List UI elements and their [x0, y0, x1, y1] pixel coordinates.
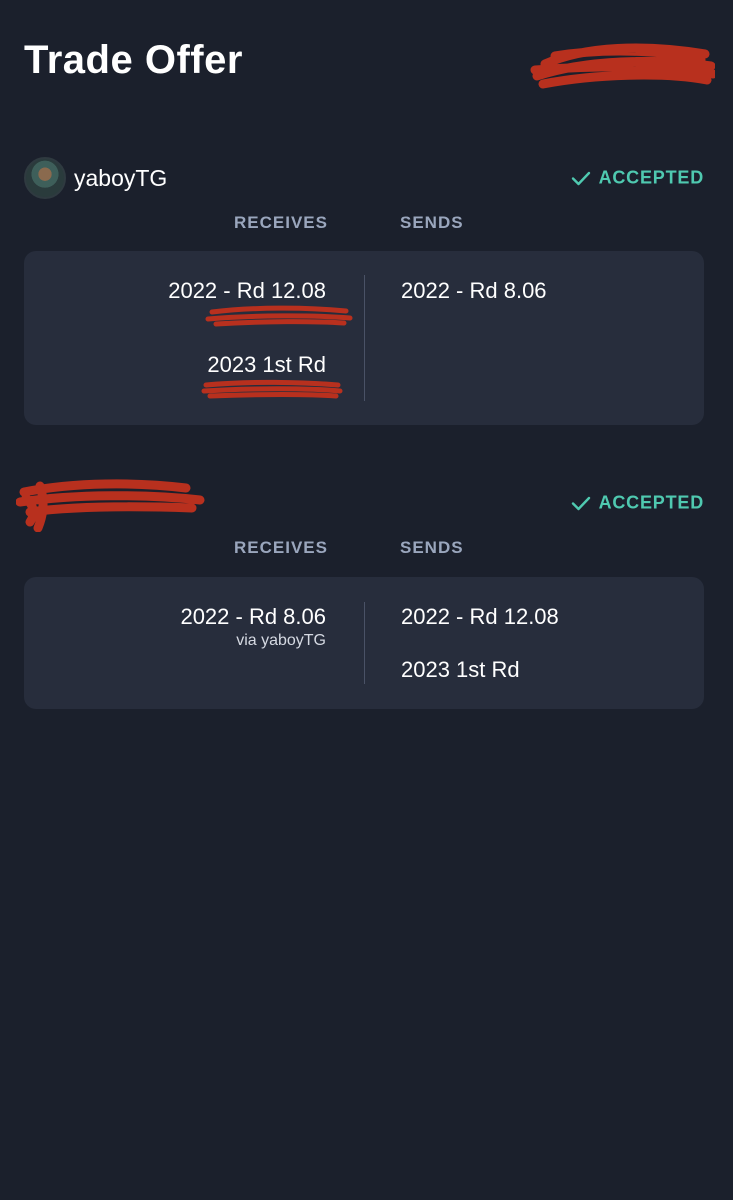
- receives-label: RECEIVES: [234, 213, 328, 232]
- avatar[interactable]: [24, 157, 66, 199]
- redaction-scribble: [16, 479, 205, 532]
- party-header: ACCEPTED: [16, 479, 704, 532]
- send-pick: 2022 - Rd 12.08: [401, 604, 559, 629]
- redaction-scribble: [530, 43, 715, 89]
- receive-pick: 2023 1st Rd: [207, 352, 326, 377]
- trade-party-2: ACCEPTED RECEIVES SENDS 2022 - Rd 8.06 v…: [16, 479, 704, 709]
- redaction-scribble: [205, 305, 353, 327]
- send-pick: 2022 - Rd 8.06: [401, 278, 547, 303]
- column-headers: RECEIVES SENDS: [24, 526, 704, 566]
- trade-card: 2022 - Rd 8.06 via yaboyTG 2022 - Rd 12.…: [24, 577, 704, 709]
- status-label: ACCEPTED: [598, 167, 704, 188]
- send-pick: 2023 1st Rd: [401, 657, 520, 682]
- party-header: yaboyTG ACCEPTED: [24, 155, 704, 201]
- receive-pick: 2022 - Rd 12.08: [168, 278, 326, 303]
- status-badge: ACCEPTED: [571, 168, 704, 189]
- trade-party-1: yaboyTG ACCEPTED RECEIVES SENDS 2022 - R…: [24, 155, 704, 425]
- sends-label: SENDS: [400, 538, 464, 557]
- card-divider: [364, 275, 365, 401]
- trade-card: 2022 - Rd 12.08 2023 1st Rd 2022 - Rd 8.…: [24, 251, 704, 425]
- trade-offer-screen: Trade Offer yaboyTG ACCEPTED RECEIVES SE…: [0, 0, 733, 1200]
- sends-label: SENDS: [400, 213, 464, 232]
- checkmark-icon: [571, 171, 590, 185]
- party-name[interactable]: yaboyTG: [74, 165, 167, 192]
- status-badge: ACCEPTED: [571, 493, 704, 514]
- status-label: ACCEPTED: [598, 492, 704, 513]
- header: Trade Offer: [24, 36, 715, 96]
- card-divider: [364, 602, 365, 684]
- column-headers: RECEIVES SENDS: [24, 201, 704, 241]
- checkmark-icon: [571, 496, 590, 510]
- via-label: via yaboyTG: [236, 632, 326, 649]
- redaction-scribble: [201, 379, 343, 399]
- receives-label: RECEIVES: [234, 538, 328, 557]
- receive-pick: 2022 - Rd 8.06: [180, 604, 326, 629]
